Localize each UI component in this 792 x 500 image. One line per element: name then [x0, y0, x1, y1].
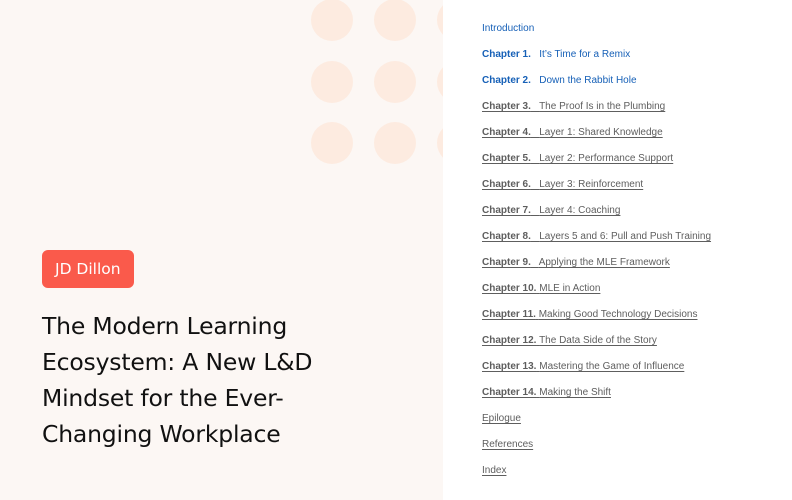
- chapter-title: The Data Side of the Story: [539, 335, 657, 346]
- toc-link[interactable]: Chapter 9. Applying the MLE Framework: [482, 257, 670, 268]
- chapter-title: Layer 4: Coaching: [539, 205, 621, 216]
- toc-item: Chapter 2. Down the Rabbit Hole: [482, 73, 711, 99]
- toc-item: Introduction: [482, 21, 711, 47]
- chapter-title: Down the Rabbit Hole: [539, 75, 637, 86]
- chapter-number: Chapter 2.: [482, 75, 531, 86]
- decorative-dot: [311, 122, 353, 164]
- toc-link[interactable]: Chapter 2. Down the Rabbit Hole: [482, 75, 637, 86]
- toc-item: Chapter 7. Layer 4: Coaching: [482, 203, 711, 229]
- chapter-title: Epilogue: [482, 413, 521, 424]
- toc-item: References: [482, 437, 711, 463]
- chapter-title: Layer 2: Performance Support: [539, 153, 674, 164]
- toc-link[interactable]: Chapter 13. Mastering the Game of Influe…: [482, 361, 684, 372]
- toc-item: Chapter 14. Making the Shift: [482, 385, 711, 411]
- toc-link[interactable]: Chapter 4. Layer 1: Shared Knowledge: [482, 127, 663, 138]
- toc-item: Chapter 6. Layer 3: Reinforcement: [482, 177, 711, 203]
- toc-link[interactable]: Chapter 1. It’s Time for a Remix: [482, 49, 630, 60]
- decorative-dot: [374, 0, 416, 41]
- toc-item: Chapter 9. Applying the MLE Framework: [482, 255, 711, 281]
- chapter-number: Chapter 10.: [482, 283, 537, 294]
- toc-link[interactable]: Chapter 8. Layers 5 and 6: Pull and Push…: [482, 231, 711, 242]
- toc-link[interactable]: References: [482, 439, 533, 450]
- toc-link[interactable]: Chapter 6. Layer 3: Reinforcement: [482, 179, 643, 190]
- chapter-title: References: [482, 439, 534, 450]
- toc-item: Chapter 11. Making Good Technology Decis…: [482, 307, 711, 333]
- toc-link[interactable]: Chapter 3. The Proof Is in the Plumbing: [482, 101, 665, 112]
- decorative-dot: [374, 122, 416, 164]
- toc-item: Index: [482, 463, 711, 489]
- chapter-title: Making the Shift: [539, 387, 611, 398]
- toc-link[interactable]: Chapter 12. The Data Side of the Story: [482, 335, 657, 346]
- chapter-title: Layer 1: Shared Knowledge: [539, 127, 663, 138]
- toc-link[interactable]: Chapter 10. MLE in Action: [482, 283, 600, 294]
- chapter-title: Index: [482, 465, 507, 476]
- chapter-number: Chapter 3.: [482, 101, 531, 112]
- chapter-title: Layer 3: Reinforcement: [539, 179, 644, 190]
- table-of-contents-panel: Introduction Chapter 1. It’s Time for a R…: [443, 0, 792, 500]
- toc-link[interactable]: Epilogue: [482, 413, 521, 424]
- decorative-dot: [374, 61, 416, 103]
- chapter-title: Making Good Technology Decisions: [538, 309, 698, 320]
- toc-item: Chapter 3. The Proof Is in the Plumbing: [482, 99, 711, 125]
- toc-item: Chapter 12. The Data Side of the Story: [482, 333, 711, 359]
- decorative-dot: [311, 0, 353, 41]
- book-title: The Modern Learning Ecosystem: A New L&D…: [42, 312, 313, 448]
- toc-item: Chapter 4. Layer 1: Shared Knowledge: [482, 125, 711, 151]
- table-of-contents: Introduction Chapter 1. It’s Time for a R…: [482, 21, 711, 489]
- toc-item: Chapter 1. It’s Time for a Remix: [482, 47, 711, 73]
- chapter-title: The Proof Is in the Plumbing: [539, 101, 666, 112]
- chapter-number: Chapter 1.: [482, 49, 531, 60]
- toc-item: Chapter 5. Layer 2: Performance Support: [482, 151, 711, 177]
- chapter-title: MLE in Action: [539, 283, 601, 294]
- chapter-title: Introduction: [482, 23, 535, 34]
- chapter-number: Chapter 6.: [482, 179, 531, 190]
- chapter-number: Chapter 5.: [482, 153, 531, 164]
- chapter-title: It’s Time for a Remix: [539, 49, 631, 60]
- toc-link[interactable]: Chapter 5. Layer 2: Performance Support: [482, 153, 673, 164]
- toc-link[interactable]: Chapter 7. Layer 4: Coaching: [482, 205, 620, 216]
- chapter-number: Chapter 13.: [482, 361, 537, 372]
- chapter-title: Applying the MLE Framework: [538, 257, 670, 268]
- toc-item: Chapter 8. Layers 5 and 6: Pull and Push…: [482, 229, 711, 255]
- toc-link[interactable]: Chapter 14. Making the Shift: [482, 387, 611, 398]
- chapter-number: Chapter 12.: [482, 335, 537, 346]
- chapter-number: Chapter 7.: [482, 205, 531, 216]
- toc-link[interactable]: Index: [482, 465, 506, 476]
- chapter-title: Layers 5 and 6: Pull and Push Training: [539, 231, 712, 242]
- toc-link[interactable]: Introduction: [482, 23, 534, 34]
- decorative-dot: [311, 61, 353, 103]
- toc-item: Epilogue: [482, 411, 711, 437]
- chapter-number: Chapter 11.: [482, 309, 536, 320]
- author-badge: JD Dillon: [42, 250, 134, 288]
- chapter-number: Chapter 9.: [482, 257, 531, 268]
- toc-item: Chapter 10. MLE in Action: [482, 281, 711, 307]
- book-cover-panel: JD Dillon The Modern Learning Ecosystem:…: [0, 0, 443, 500]
- chapter-number: Chapter 14.: [482, 387, 537, 398]
- toc-link[interactable]: Chapter 11. Making Good Technology Decis…: [482, 309, 698, 320]
- chapter-number: Chapter 4.: [482, 127, 531, 138]
- chapter-title: Mastering the Game of Influence: [539, 361, 685, 372]
- chapter-number: Chapter 8.: [482, 231, 531, 242]
- toc-item: Chapter 13. Mastering the Game of Influe…: [482, 359, 711, 385]
